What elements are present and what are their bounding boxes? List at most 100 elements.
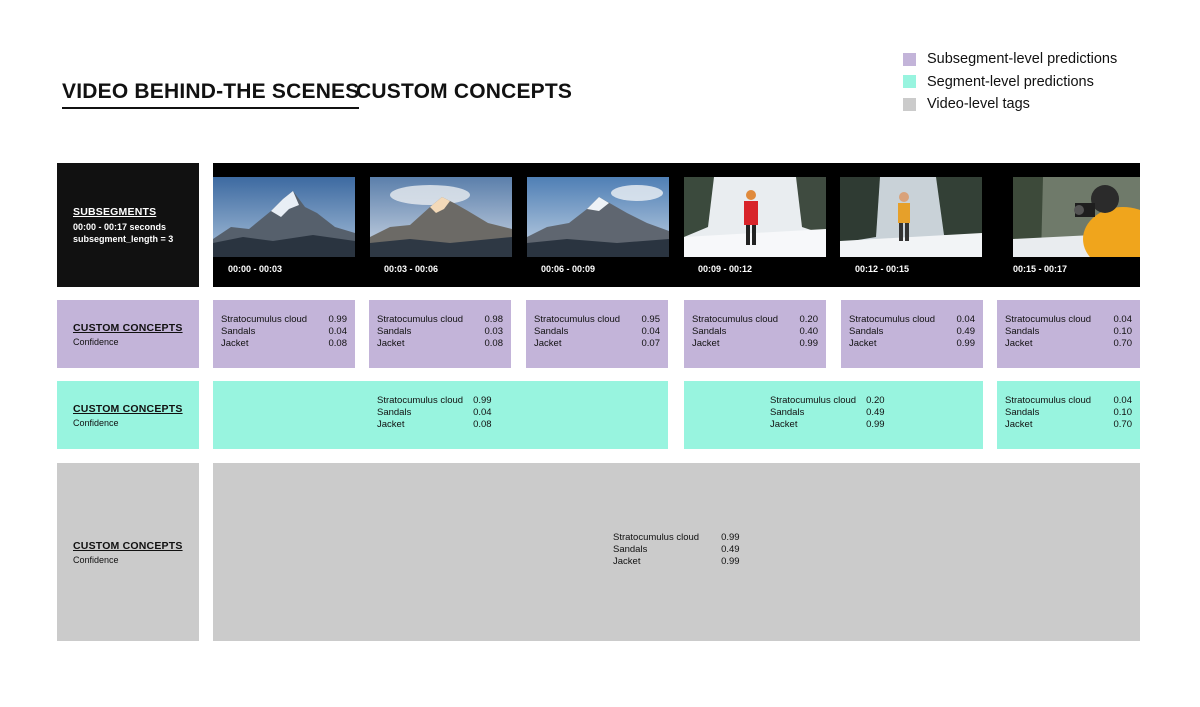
confidence-value: 0.08: [473, 419, 492, 430]
frame-time: 00:00 - 00:03: [228, 264, 283, 274]
concept-name: Stratocumulus cloud: [613, 532, 700, 543]
confidence-value: 0.49: [956, 326, 976, 337]
frame-time: 00:06 - 00:09: [541, 264, 596, 274]
frame-thumbnail-photographer[interactable]: [1013, 177, 1140, 257]
confidence-value: 0.40: [799, 326, 819, 337]
concept-name: Jacket: [1005, 419, 1033, 430]
concept-name: Jacket: [692, 338, 720, 349]
confidence-value: 0.04: [473, 407, 492, 418]
concept-name: Jacket: [613, 556, 641, 567]
concept-name: Jacket: [849, 338, 877, 349]
video-tags-card: Stratocumulus cloud 0.99 Sandals 0.49 Jack…: [213, 463, 1140, 641]
confidence-value: 0.99: [956, 338, 976, 349]
confidence-value: 0.99: [799, 338, 819, 349]
concept-name: Stratocumulus cloud: [377, 314, 464, 325]
subsegments-length: subsegment_length = 3: [73, 233, 174, 244]
subsegments-label-box: SUBSEGMENTS 00:00 - 00:17 seconds subseg…: [57, 163, 199, 287]
confidence-value: 0.49: [866, 407, 885, 418]
concept-name: Jacket: [377, 419, 405, 430]
subsegments-range: 00:00 - 00:17 seconds: [73, 221, 167, 232]
confidence-value: 0.04: [328, 326, 348, 337]
frame-thumbnail-snowy-trail[interactable]: [684, 177, 826, 257]
legend-item-segment: Segment-level predictions: [903, 71, 1117, 94]
segment-prediction-card: Stratocumulus cloud 0.20 Sandals 0.49 Jack…: [684, 381, 983, 449]
confidence-value: 0.10: [1113, 407, 1133, 418]
filmstrip: 00:00 - 00:03 00:03 - 00:06 00:06 - 00:0…: [213, 163, 1140, 287]
confidence-value: 0.95: [641, 314, 661, 325]
concept-name: Sandals: [613, 544, 648, 555]
concept-name: Sandals: [1005, 326, 1040, 337]
tab-video-behind-the-scenes[interactable]: VIDEO BEHIND-THE SCENES: [62, 80, 360, 109]
concept-name: Sandals: [377, 326, 412, 337]
legend-label-subsegment: Subsegment-level predictions: [927, 51, 1118, 68]
subsegment-prediction-card: Stratocumulus cloud 0.20 Sandals 0.40 Jack…: [684, 300, 826, 368]
confidence-value: 0.04: [956, 314, 976, 325]
frame-thumbnail-mountain[interactable]: [527, 177, 669, 257]
concept-name: Stratocumulus cloud: [692, 314, 779, 325]
concept-name: Sandals: [534, 326, 569, 337]
concept-name: Sandals: [770, 407, 805, 418]
subsegments-title: SUBSEGMENTS: [73, 205, 157, 218]
confidence-value: 0.08: [328, 338, 348, 349]
concept-name: Stratocumulus cloud: [770, 395, 857, 406]
concept-name: Jacket: [1005, 338, 1033, 349]
concept-name: Stratocumulus cloud: [849, 314, 936, 325]
subsegment-prediction-card: Stratocumulus cloud 0.95 Sandals 0.04 Jack…: [526, 300, 668, 368]
confidence-value: 0.99: [866, 419, 885, 430]
frame-time: 00:03 - 00:06: [384, 264, 439, 274]
concepts-title: CUSTOM CONCEPTS: [73, 321, 183, 334]
legend-item-subsegment: Subsegment-level predictions: [903, 48, 1117, 71]
frame-thumbnail-mountain[interactable]: [370, 177, 512, 257]
concept-name: Sandals: [1005, 407, 1040, 418]
frame-time: 00:09 - 00:12: [698, 264, 753, 274]
concepts-title: CUSTOM CONCEPTS: [73, 402, 183, 415]
frame-thumbnail-snowy-forest[interactable]: [840, 177, 982, 257]
confidence-value: 0.99: [328, 314, 348, 325]
concept-name: Sandals: [849, 326, 884, 337]
confidence-value: 0.98: [484, 314, 504, 325]
confidence-value: 0.70: [1113, 338, 1133, 349]
frame-time: 00:15 - 00:17: [1013, 264, 1068, 274]
concept-name: Sandals: [377, 407, 412, 418]
legend-label-segment: Segment-level predictions: [927, 73, 1094, 90]
concept-name: Stratocumulus cloud: [377, 395, 464, 406]
concepts-sub: Confidence: [73, 336, 119, 347]
concept-name: Stratocumulus cloud: [221, 314, 308, 325]
concept-name: Sandals: [221, 326, 256, 337]
confidence-value: 0.04: [641, 326, 661, 337]
legend-item-video: Video-level tags: [903, 93, 1117, 116]
segment-concepts-label: CUSTOM CONCEPTS Confidence: [57, 381, 199, 449]
confidence-value: 0.70: [1113, 419, 1133, 430]
concept-name: Jacket: [770, 419, 798, 430]
concept-name: Stratocumulus cloud: [534, 314, 621, 325]
subsegment-prediction-card: Stratocumulus cloud 0.04 Sandals 0.49 Jack…: [841, 300, 983, 368]
concepts-sub: Confidence: [73, 554, 119, 565]
legend-label-video: Video-level tags: [927, 96, 1030, 113]
subsegment-concepts-label: CUSTOM CONCEPTS Confidence: [57, 300, 199, 368]
subsegment-prediction-card: Stratocumulus cloud 0.98 Sandals 0.03 Jack…: [369, 300, 511, 368]
confidence-value: 0.04: [1113, 314, 1133, 325]
subsegment-prediction-card: Stratocumulus cloud 0.99 Sandals 0.04 Jack…: [213, 300, 355, 368]
legend-swatch-segment: [903, 75, 916, 89]
confidence-value: 0.20: [866, 395, 885, 406]
tab-custom-concepts[interactable]: CUSTOM CONCEPTS: [356, 80, 572, 104]
video-concepts-label: CUSTOM CONCEPTS Confidence: [57, 463, 199, 641]
legend: Subsegment-level predictions Segment-lev…: [903, 48, 1117, 116]
frame-thumbnail-mountain[interactable]: [213, 177, 355, 257]
concepts-title: CUSTOM CONCEPTS: [73, 539, 183, 552]
concept-name: Stratocumulus cloud: [1005, 395, 1092, 406]
confidence-value: 0.99: [473, 395, 492, 406]
legend-swatch-video: [903, 97, 916, 111]
concept-name: Jacket: [377, 338, 405, 349]
concepts-sub: Confidence: [73, 417, 119, 428]
confidence-value: 0.99: [721, 532, 740, 543]
confidence-value: 0.07: [641, 338, 661, 349]
confidence-value: 0.49: [721, 544, 740, 555]
confidence-value: 0.10: [1113, 326, 1133, 337]
concept-name: Stratocumulus cloud: [1005, 314, 1092, 325]
segment-prediction-card: Stratocumulus cloud 0.04 Sandals 0.10 Jack…: [997, 381, 1140, 449]
confidence-value: 0.08: [484, 338, 504, 349]
concept-name: Jacket: [534, 338, 562, 349]
concept-name: Sandals: [692, 326, 727, 337]
legend-swatch-subsegment: [903, 52, 916, 66]
